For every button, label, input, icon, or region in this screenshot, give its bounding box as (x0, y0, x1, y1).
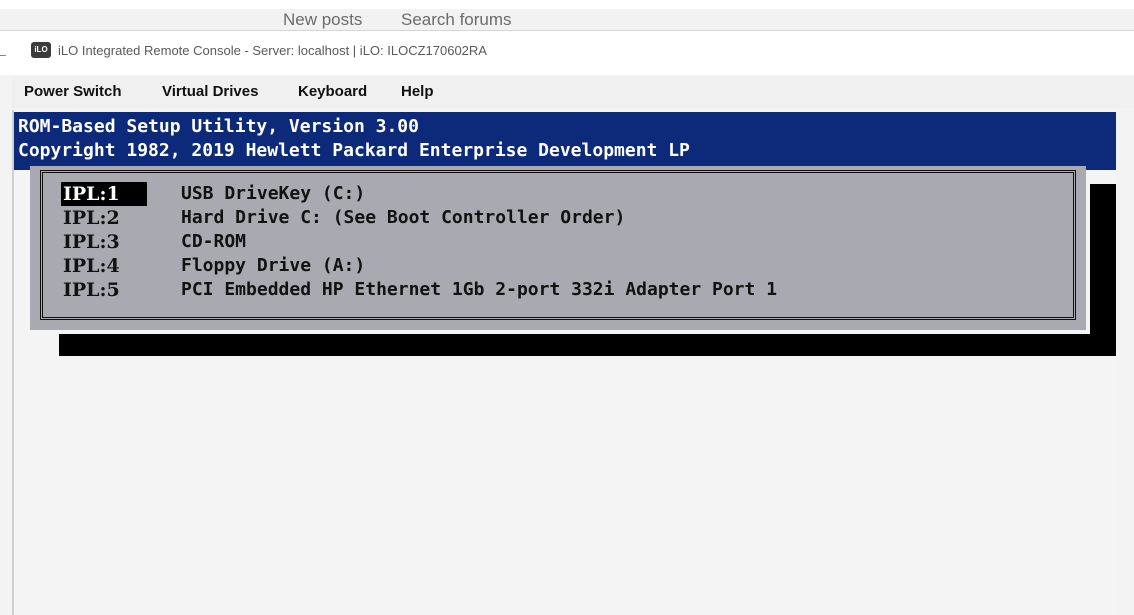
boot-order-item[interactable]: IPL:4 Floppy Drive (A:) (61, 254, 365, 278)
dialog-shadow-right (1090, 184, 1116, 356)
forum-top-bar: New posts Search forums (0, 0, 1134, 30)
window-edge-mark (0, 55, 6, 56)
ipl-label: IPL:3 (63, 231, 120, 253)
menu-bar: Power Switch Virtual Drives Keyboard Hel… (12, 76, 1134, 108)
menu-help[interactable]: Help (401, 83, 434, 100)
ipl-label: IPL:5 (63, 279, 120, 301)
ipl-device: CD-ROM (181, 231, 247, 252)
boot-order-dialog: IPL:1 USB DriveKey (C:) IPL:2 Hard Drive… (30, 166, 1086, 330)
forum-link-strip (0, 9, 1134, 30)
boot-order-frame: IPL:1 USB DriveKey (C:) IPL:2 Hard Drive… (40, 170, 1076, 320)
search-forums-link[interactable]: Search forums (401, 10, 512, 30)
boot-order-item[interactable]: IPL:3 CD-ROM (61, 230, 246, 254)
menu-keyboard[interactable]: Keyboard (298, 83, 367, 100)
ipl-device: PCI Embedded HP Ethernet 1Gb 2-port 332i… (181, 279, 778, 300)
remote-console-screen[interactable]: ROM-Based Setup Utility, Version 3.00 Co… (12, 110, 1116, 615)
menu-virtual-drives[interactable]: Virtual Drives (162, 83, 258, 100)
rbsu-title: ROM-Based Setup Utility, Version 3.00 (18, 116, 419, 137)
new-posts-link[interactable]: New posts (283, 10, 362, 30)
window-title: iLO Integrated Remote Console - Server: … (58, 43, 487, 58)
boot-order-item[interactable]: IPL:1 USB DriveKey (C:) (61, 182, 365, 206)
ipl-label: IPL:2 (63, 207, 120, 229)
ipl-device: Floppy Drive (A:) (181, 255, 366, 276)
dialog-shadow-bottom (59, 334, 1116, 356)
ipl-device: Hard Drive C: (See Boot Controller Order… (181, 207, 626, 228)
window-title-bar: iLO iLO Integrated Remote Console - Serv… (0, 30, 1134, 75)
boot-order-item[interactable]: IPL:2 Hard Drive C: (See Boot Controller… (61, 206, 625, 230)
boot-order-item[interactable]: IPL:5 PCI Embedded HP Ethernet 1Gb 2-por… (61, 278, 777, 302)
ilo-app-icon: iLO (31, 42, 51, 58)
menu-power-switch[interactable]: Power Switch (24, 83, 122, 100)
ipl-device: USB DriveKey (C:) (181, 183, 366, 204)
ipl-label: IPL:4 (63, 255, 120, 277)
rbsu-copyright: Copyright 1982, 2019 Hewlett Packard Ent… (18, 140, 690, 161)
screenshot-page: New posts Search forums iLO iLO Integrat… (0, 0, 1134, 615)
rbsu-header: ROM-Based Setup Utility, Version 3.00 Co… (14, 112, 1116, 170)
ipl-label-selected: IPL:1 (61, 182, 147, 206)
